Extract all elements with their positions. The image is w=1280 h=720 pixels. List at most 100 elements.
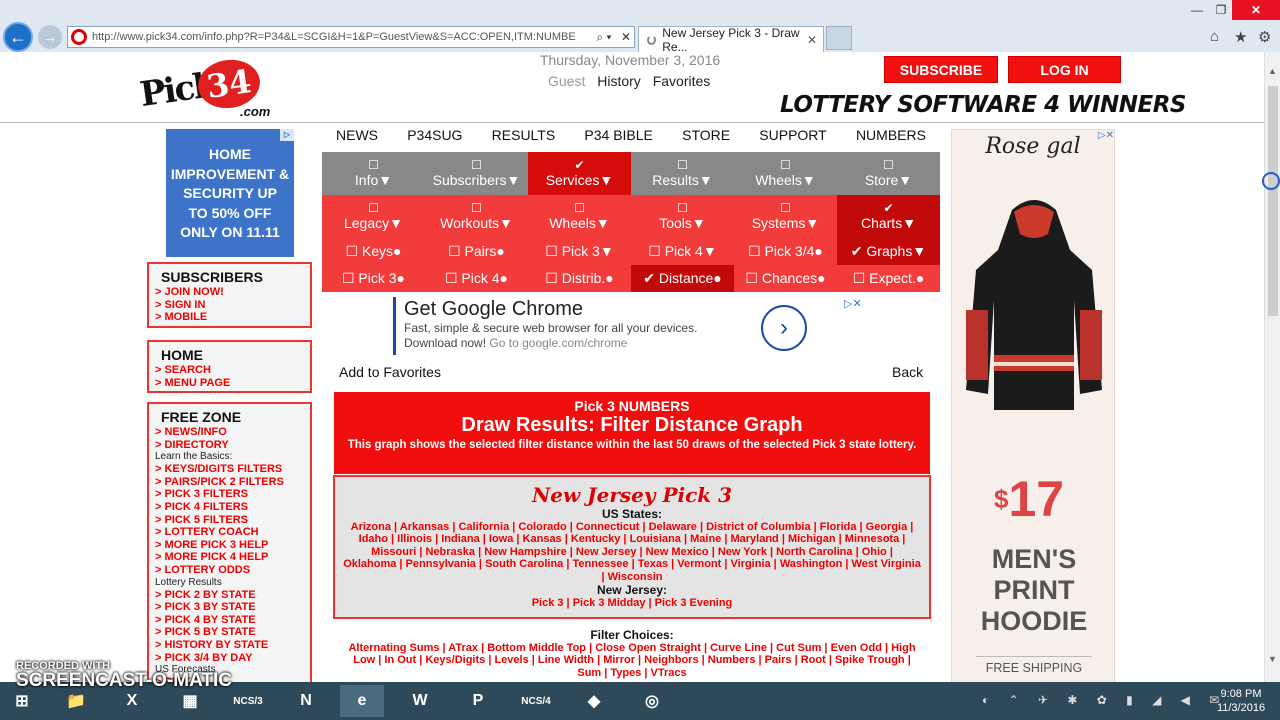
- scroll-down-icon[interactable]: ▼: [1268, 654, 1277, 664]
- address-bar[interactable]: http://www.pick34.com/info.php?R=P34&L=S…: [67, 26, 635, 48]
- menu-item[interactable]: ✔ Graphs▼: [837, 238, 940, 265]
- menu-item[interactable]: ☐ Chances●: [734, 265, 837, 292]
- gear-icon[interactable]: ⚙: [1258, 28, 1271, 46]
- free-zone-link[interactable]: > NEWS/INFO: [155, 426, 304, 439]
- free-zone-link[interactable]: > KEYS/DIGITS FILTERS: [155, 463, 304, 476]
- search-dropdown-icon[interactable]: ⌕ ▾: [590, 30, 618, 45]
- menu-item[interactable]: ☐ Tools▼: [631, 195, 734, 238]
- new-tab-button[interactable]: [826, 26, 852, 50]
- recording-watermark: RECORDED WITH SCREENCAST-O-MATIC: [16, 660, 232, 692]
- free-zone-link[interactable]: > PICK 4 FILTERS: [155, 501, 304, 514]
- free-zone-link[interactable]: > PICK 2 BY STATE: [155, 589, 304, 602]
- free-zone-link[interactable]: > MORE PICK 4 HELP: [155, 551, 304, 564]
- subscribe-button[interactable]: SUBSCRIBE: [884, 56, 998, 83]
- free-zone-link[interactable]: > PICK 4 BY STATE: [155, 614, 304, 627]
- menu-item[interactable]: ☐ Subscribers▼: [425, 152, 528, 195]
- vertical-scrollbar[interactable]: ▲ ▼: [1264, 52, 1280, 682]
- menu-page-link[interactable]: > MENU PAGE: [155, 377, 304, 390]
- right-advertisement[interactable]: ▷✕ Rose gal $17 MEN'S PRINT HOODIE FREE …: [951, 129, 1115, 682]
- sign-in-link[interactable]: > SIGN IN: [155, 299, 304, 312]
- results-banner: Pick 3 NUMBERS Draw Results: Filter Dist…: [334, 392, 930, 474]
- top-menu-item[interactable]: STORE: [682, 127, 730, 143]
- taskbar-app[interactable]: NCS/3: [226, 685, 270, 717]
- login-button[interactable]: LOG IN: [1008, 56, 1121, 83]
- join-now-link[interactable]: > JOIN NOW!: [155, 286, 304, 299]
- menu-item[interactable]: ☐ Store▼: [837, 152, 940, 195]
- menu-item[interactable]: ☐ Distrib.●: [528, 265, 631, 292]
- menu-item[interactable]: ☐ Pairs●: [425, 238, 528, 265]
- menu-item[interactable]: ☐ Pick 3▼: [528, 238, 631, 265]
- url-text[interactable]: http://www.pick34.com/info.php?R=P34&L=S…: [92, 31, 590, 43]
- menu-item[interactable]: ☐ Pick 3/4●: [734, 238, 837, 265]
- menu-item[interactable]: ☐ Systems▼: [734, 195, 837, 238]
- menu-item[interactable]: ✔ Distance●: [631, 265, 734, 292]
- menu-item[interactable]: ☐ Pick 4▼: [631, 238, 734, 265]
- favorites-link[interactable]: Favorites: [653, 73, 711, 89]
- ad-url[interactable]: Go to google.com/chrome: [489, 336, 627, 350]
- tab-active[interactable]: New Jersey Pick 3 - Draw Re... ✕: [638, 26, 824, 54]
- taskbar-app[interactable]: P: [456, 685, 500, 717]
- free-zone-link[interactable]: > LOTTERY COACH: [155, 526, 304, 539]
- scroll-up-icon[interactable]: ▲: [1268, 66, 1277, 76]
- free-zone-link[interactable]: > HISTORY BY STATE: [155, 639, 304, 652]
- states-list[interactable]: Arizona | Arkansas | California | Colora…: [335, 521, 929, 583]
- menu-item[interactable]: ☐ Expect.●: [837, 265, 940, 292]
- chevron-right-icon[interactable]: ›: [761, 305, 807, 351]
- menu-item[interactable]: ☐ Results▼: [631, 152, 734, 195]
- back-button[interactable]: ←: [3, 22, 33, 52]
- menu-item[interactable]: ☐ Legacy▼: [322, 195, 425, 238]
- free-zone-link[interactable]: > LOTTERY ODDS: [155, 564, 304, 577]
- taskbar-app[interactable]: e: [340, 685, 384, 717]
- top-menu-item[interactable]: RESULTS: [492, 127, 556, 143]
- menu-item[interactable]: ✔ Services▼: [528, 152, 631, 195]
- menu-item[interactable]: ☐ Wheels▼: [528, 195, 631, 238]
- taskbar-clock[interactable]: 9:08 PM 11/3/2016: [1206, 687, 1276, 715]
- nj-games-list[interactable]: Pick 3 | Pick 3 Midday | Pick 3 Evening: [335, 597, 929, 609]
- favorites-star-icon[interactable]: ★: [1234, 28, 1247, 46]
- free-zone-link[interactable]: > PICK 5 FILTERS: [155, 514, 304, 527]
- top-menu-item[interactable]: P34 BIBLE: [584, 127, 653, 143]
- history-link[interactable]: History: [597, 73, 641, 89]
- taskbar-app[interactable]: ◆: [572, 685, 616, 717]
- free-zone-link[interactable]: > MORE PICK 3 HELP: [155, 539, 304, 552]
- scrollbar-thumb[interactable]: [1268, 86, 1278, 316]
- menu-item[interactable]: ☐ Info▼: [322, 152, 425, 195]
- menu-item[interactable]: ☐ Wheels▼: [734, 152, 837, 195]
- adchoices-icon[interactable]: ▷✕: [1098, 130, 1114, 141]
- taskbar-app[interactable]: ◎: [630, 685, 674, 717]
- close-window-button[interactable]: ✕: [1232, 0, 1280, 20]
- search-link[interactable]: > SEARCH: [155, 364, 304, 377]
- menu-item-label: Legacy▼: [343, 215, 403, 231]
- taskbar-app[interactable]: W: [398, 685, 442, 717]
- menu-item[interactable]: ☐ Workouts▼: [425, 195, 528, 238]
- menu-item[interactable]: ☐ Keys●: [322, 238, 425, 265]
- taskbar-app[interactable]: N: [284, 685, 328, 717]
- top-menu-item[interactable]: SUPPORT: [759, 127, 826, 143]
- menu-item[interactable]: ✔ Charts▼: [837, 195, 940, 238]
- free-zone-link[interactable]: > PICK 3 BY STATE: [155, 601, 304, 614]
- home-icon[interactable]: ⌂: [1210, 28, 1219, 45]
- free-zone-link[interactable]: > PAIRS/PICK 2 FILTERS: [155, 476, 304, 489]
- top-menu-item[interactable]: P34SUG: [407, 127, 462, 143]
- filter-choices-list[interactable]: Alternating Sums | ATrax | Bottom Middle…: [334, 642, 930, 679]
- tab-close-icon[interactable]: ✕: [807, 33, 817, 47]
- forward-button[interactable]: →: [38, 25, 62, 49]
- back-link[interactable]: Back: [892, 364, 923, 380]
- adchoices-icon[interactable]: ▷✕: [844, 297, 862, 310]
- site-logo[interactable]: Pick 34 .com: [138, 55, 290, 122]
- top-menu-item[interactable]: NUMBERS: [856, 127, 926, 143]
- menu-item[interactable]: ☐ Pick 3●: [322, 265, 425, 292]
- add-to-favorites-link[interactable]: Add to Favorites: [339, 364, 441, 380]
- menu-item[interactable]: ☐ Pick 4●: [425, 265, 528, 292]
- adchoices-icon[interactable]: ▷: [280, 129, 294, 141]
- free-zone-link[interactable]: > DIRECTORY: [155, 439, 304, 452]
- free-zone-link[interactable]: > PICK 5 BY STATE: [155, 626, 304, 639]
- top-menu-item[interactable]: NEWS: [336, 127, 378, 143]
- left-advertisement[interactable]: ▷ HOME IMPROVEMENT & SECURITY UP TO 50% …: [166, 129, 294, 257]
- system-tray[interactable]: ◐ ⌃ ✈ ✱ ✿ ▮ ◢ ◀ ✉: [982, 693, 1227, 707]
- mobile-link[interactable]: > MOBILE: [155, 311, 304, 324]
- google-chrome-ad[interactable]: Get Google Chrome Fast, simple & secure …: [393, 297, 875, 355]
- stop-icon[interactable]: ✕: [618, 30, 634, 44]
- taskbar-app[interactable]: NCS/4: [514, 685, 558, 717]
- free-zone-link[interactable]: > PICK 3 FILTERS: [155, 488, 304, 501]
